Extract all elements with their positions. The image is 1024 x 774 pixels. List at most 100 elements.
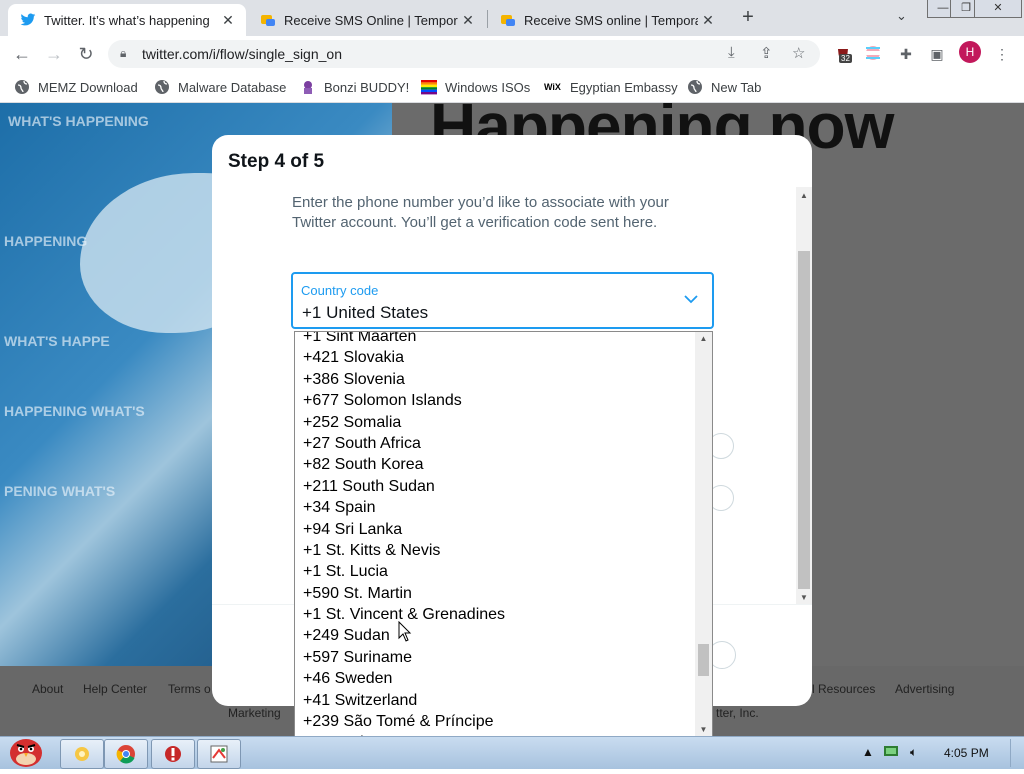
country-option[interactable]: +34 Spain bbox=[303, 497, 505, 518]
tab-strip: Twitter. It’s what’s happening ✕ Receive… bbox=[0, 0, 1024, 36]
footer-link-terms[interactable]: Terms o bbox=[168, 682, 211, 696]
browser-toolbar: ← → ↻ 🔒︎ twitter.com/i/flow/single_sign_… bbox=[0, 36, 1024, 72]
country-option[interactable]: +94 Sri Lanka bbox=[303, 519, 505, 540]
country-option[interactable]: +41 Switzerland bbox=[303, 690, 505, 711]
hero-texture: HAPPENING WHAT'S bbox=[4, 403, 145, 419]
country-option[interactable]: +386 Slovenia bbox=[303, 369, 505, 390]
tab-receive-sms-1[interactable]: Receive SMS Online | Tempora ✕ bbox=[248, 4, 486, 36]
bookmark-new-tab[interactable]: New Tab bbox=[687, 79, 761, 95]
dropdown-scrollbar[interactable]: ▲ ▼ bbox=[695, 332, 712, 736]
close-tab-icon[interactable]: ✕ bbox=[218, 12, 238, 29]
taskbar-app-red[interactable] bbox=[151, 739, 195, 769]
hero-texture: PENING WHAT'S bbox=[4, 483, 116, 499]
modal-scrollbar[interactable]: ▲ ▼ bbox=[796, 187, 812, 604]
scrollbar-thumb[interactable] bbox=[698, 644, 709, 676]
angry-bird-icon bbox=[10, 739, 42, 767]
extension-badge: 32 bbox=[839, 54, 852, 63]
tab-search-chevron-icon[interactable]: ⌄ bbox=[896, 8, 907, 24]
country-option[interactable]: +597 Suriname bbox=[303, 647, 505, 668]
country-option[interactable]: +1 St. Kitts & Nevis bbox=[303, 540, 505, 561]
alert-app-icon bbox=[165, 746, 181, 762]
close-tab-icon[interactable]: ✕ bbox=[698, 12, 718, 29]
taskbar-chrome[interactable] bbox=[104, 739, 148, 769]
country-option[interactable]: +421 Slovakia bbox=[303, 347, 505, 368]
country-option[interactable]: +27 South Africa bbox=[303, 433, 505, 454]
bookmark-windows-isos[interactable]: Windows ISOs bbox=[421, 79, 530, 95]
taskbar-explorer[interactable] bbox=[60, 739, 104, 769]
bookmark-label: Bonzi BUDDY! bbox=[324, 79, 410, 95]
forward-arrow-icon[interactable]: → bbox=[42, 42, 66, 66]
tab-twitter[interactable]: Twitter. It’s what’s happening ✕ bbox=[8, 4, 246, 36]
country-option[interactable]: +211 South Sudan bbox=[303, 476, 505, 497]
hero-texture: WHAT'S HAPPENING bbox=[8, 113, 149, 129]
tab-title: Receive SMS Online | Tempora bbox=[284, 12, 458, 28]
paint-icon bbox=[210, 745, 228, 763]
bookmark-memz-download[interactable]: MEMZ Download bbox=[14, 79, 138, 95]
country-code-select[interactable]: Country code +1 United States bbox=[291, 272, 714, 329]
extension-flag-icon[interactable] bbox=[864, 45, 882, 63]
start-button[interactable] bbox=[4, 731, 48, 769]
footer-copyright: tter, Inc. bbox=[716, 706, 759, 720]
install-app-icon[interactable]: ⤓ bbox=[728, 44, 735, 61]
bonzi-icon bbox=[300, 79, 316, 95]
network-icon[interactable] bbox=[884, 745, 898, 760]
taskbar-app-paint[interactable] bbox=[197, 739, 241, 769]
address-url: twitter.com/i/flow/single_sign_on bbox=[142, 46, 342, 62]
footer-link-resources[interactable]: l Resources bbox=[812, 682, 875, 696]
back-arrow-icon[interactable]: ← bbox=[10, 42, 34, 66]
bookmark-label: MEMZ Download bbox=[38, 79, 138, 95]
country-option[interactable]: +239 São Tomé & Príncipe bbox=[303, 711, 505, 732]
footer-link-help-center[interactable]: Help Center bbox=[83, 682, 147, 696]
reload-icon[interactable]: ↻ bbox=[74, 42, 98, 66]
profile-avatar[interactable]: H bbox=[959, 41, 981, 63]
side-panel-icon[interactable]: ▣ bbox=[928, 45, 946, 63]
country-code-dropdown[interactable]: +1 Sint Maarten +421 Slovakia +386 Sloveni… bbox=[294, 331, 713, 737]
country-option[interactable]: +677 Solomon Islands bbox=[303, 390, 505, 411]
globe-icon bbox=[687, 79, 703, 95]
menu-kebab-icon[interactable]: ⋮ bbox=[993, 45, 1011, 63]
step-title: Step 4 of 5 bbox=[228, 151, 325, 172]
scroll-up-icon[interactable]: ▲ bbox=[796, 191, 812, 200]
scroll-down-icon[interactable]: ▼ bbox=[796, 593, 812, 602]
footer-link-about[interactable]: About bbox=[32, 682, 63, 696]
tab-receive-sms-2[interactable]: Receive SMS online | Tempora ✕ bbox=[488, 4, 726, 36]
scroll-down-icon[interactable]: ▼ bbox=[695, 725, 712, 734]
country-option[interactable]: +252 Somalia bbox=[303, 412, 505, 433]
clock[interactable]: 4:05 PM bbox=[944, 746, 989, 760]
address-bar[interactable]: 🔒︎ twitter.com/i/flow/single_sign_on ⤓ ⇪… bbox=[108, 40, 820, 68]
folder-icon bbox=[75, 747, 89, 761]
bookmark-label: New Tab bbox=[711, 79, 762, 95]
rainbow-flag-icon bbox=[421, 79, 437, 95]
chrome-icon bbox=[116, 745, 135, 764]
footer-link-advertising[interactable]: Advertising bbox=[895, 682, 954, 696]
country-option[interactable]: +82 South Korea bbox=[303, 454, 505, 475]
bookmark-egyptian-embassy[interactable]: WiX Egyptian Embassy bbox=[544, 79, 678, 95]
scroll-up-icon[interactable]: ▲ bbox=[695, 334, 712, 343]
footer-link-marketing[interactable]: Marketing bbox=[228, 706, 281, 720]
bookmark-bonzi-buddy[interactable]: Bonzi BUDDY! bbox=[300, 79, 409, 95]
hero-texture: HAPPENING bbox=[4, 233, 88, 249]
bookmark-label: Egyptian Embassy bbox=[570, 79, 678, 95]
tab-title: Receive SMS online | Tempora bbox=[524, 12, 698, 28]
bookmark-label: Windows ISOs bbox=[445, 79, 531, 95]
extensions-puzzle-icon[interactable]: ✚ bbox=[897, 45, 915, 63]
country-option[interactable]: +1 Sint Maarten bbox=[303, 332, 505, 347]
new-tab-icon[interactable]: + bbox=[736, 6, 760, 29]
bookmark-malware-database[interactable]: Malware Database bbox=[154, 79, 286, 95]
country-option[interactable]: +590 St. Martin bbox=[303, 583, 505, 604]
globe-icon bbox=[14, 79, 30, 95]
share-icon[interactable]: ⇪ bbox=[760, 44, 773, 62]
twitter-bird-icon bbox=[20, 12, 36, 28]
close-tab-icon[interactable]: ✕ bbox=[458, 12, 478, 29]
scrollbar-thumb[interactable] bbox=[798, 251, 810, 589]
close-window-icon[interactable]: ✕ bbox=[974, 0, 1022, 18]
sms-site-icon bbox=[500, 12, 516, 28]
windows-taskbar: ▲ 🔈︎ 4:05 PM bbox=[0, 736, 1024, 769]
bookmark-star-icon[interactable]: ☆ bbox=[792, 44, 805, 62]
show-hidden-icons-icon[interactable]: ▲ bbox=[862, 745, 874, 759]
volume-icon[interactable]: 🔈︎ bbox=[910, 745, 917, 760]
country-option[interactable]: +46 Sweden bbox=[303, 668, 505, 689]
country-code-value: +1 United States bbox=[302, 303, 429, 322]
show-desktop-button[interactable] bbox=[1010, 739, 1024, 767]
country-option[interactable]: +1 St. Lucia bbox=[303, 561, 505, 582]
